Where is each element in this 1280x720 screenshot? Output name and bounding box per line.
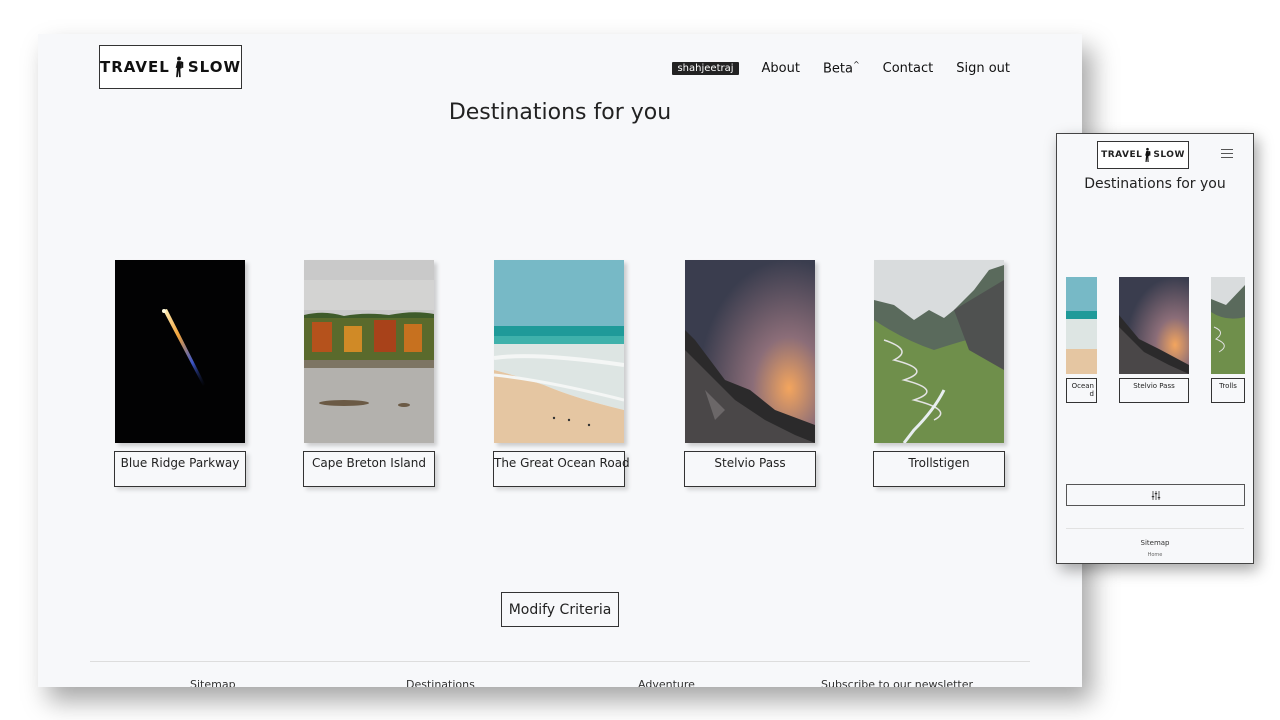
nav-contact[interactable]: Contact xyxy=(883,61,934,76)
brand-logo[interactable]: TRAVEL SLOW xyxy=(99,45,242,89)
main-nav: shahjeetraj About Beta^ Contact Sign out xyxy=(672,60,1010,76)
destination-photo[interactable] xyxy=(1119,277,1189,374)
destination-photo[interactable] xyxy=(115,260,245,443)
destination-photo[interactable] xyxy=(1066,277,1097,374)
destination-name[interactable]: Trollstigen xyxy=(873,451,1005,487)
destination-name[interactable]: Blue Ridge Parkway xyxy=(114,451,246,487)
destination-name[interactable]: Trolls xyxy=(1211,378,1245,403)
page-title: Destinations for you xyxy=(448,100,672,125)
hiker-icon xyxy=(175,56,184,78)
destination-name[interactable]: Ocean d xyxy=(1066,378,1097,403)
destination-card[interactable]: Trolls xyxy=(1211,277,1245,403)
destination-name[interactable]: Stelvio Pass xyxy=(1119,378,1189,403)
hiker-icon xyxy=(1145,147,1151,162)
filter-button[interactable] xyxy=(1066,484,1245,506)
destination-photo[interactable] xyxy=(494,260,624,443)
footer-destinations[interactable]: Destinations xyxy=(406,678,475,687)
destination-name[interactable]: Stelvio Pass xyxy=(684,451,816,487)
modify-criteria-button[interactable]: Modify Criteria xyxy=(501,592,619,627)
username-badge[interactable]: shahjeetraj xyxy=(672,61,739,75)
footer-home-link[interactable]: Home xyxy=(1057,552,1253,558)
desktop-window: TRAVEL SLOW shahjeetraj About Beta^ Cont… xyxy=(38,34,1082,687)
destination-photo[interactable] xyxy=(304,260,434,443)
footer-adventure[interactable]: Adventure xyxy=(638,678,695,687)
destination-card[interactable]: Ocean d xyxy=(1066,277,1097,403)
brand-text-right: SLOW xyxy=(1153,150,1185,160)
hamburger-menu-icon[interactable] xyxy=(1221,149,1233,159)
destination-card[interactable]: Stelvio Pass xyxy=(1119,277,1189,403)
footer-divider xyxy=(1066,528,1244,529)
sliders-icon xyxy=(1151,490,1160,500)
footer-sitemap[interactable]: Sitemap xyxy=(190,678,236,687)
nav-about[interactable]: About xyxy=(762,61,800,76)
destination-card[interactable]: Trollstigen xyxy=(873,260,1005,487)
page-title: Destinations for you xyxy=(1084,176,1226,192)
destination-name[interactable]: Cape Breton Island xyxy=(303,451,435,487)
brand-logo[interactable]: TRAVEL SLOW xyxy=(1097,141,1189,169)
footer-sitemap[interactable]: Sitemap xyxy=(1057,539,1253,547)
destination-photo[interactable] xyxy=(874,260,1004,443)
nav-beta-label: Beta xyxy=(822,61,853,77)
destination-name[interactable]: The Great Ocean Road xyxy=(493,451,630,487)
destination-card[interactable]: Stelvio Pass xyxy=(684,260,816,487)
destination-photo[interactable] xyxy=(685,260,815,443)
nav-signout[interactable]: Sign out xyxy=(956,61,1010,76)
footer-newsletter[interactable]: Subscribe to our newsletter xyxy=(821,678,973,687)
footer-divider xyxy=(90,661,1030,662)
brand-text-right: SLOW xyxy=(187,58,241,76)
destination-card[interactable]: The Great Ocean Road xyxy=(493,260,630,487)
brand-text-left: TRAVEL xyxy=(1101,150,1143,160)
destination-card[interactable]: Blue Ridge Parkway xyxy=(114,260,246,487)
nav-beta-sup: ^ xyxy=(852,60,860,69)
destination-card[interactable]: Cape Breton Island xyxy=(303,260,435,487)
brand-text-left: TRAVEL xyxy=(100,58,170,76)
destination-photo[interactable] xyxy=(1211,277,1245,374)
nav-beta[interactable]: Beta^ xyxy=(823,60,860,76)
mobile-window: TRAVEL SLOW Destinations for you Ocean d xyxy=(1056,133,1254,564)
